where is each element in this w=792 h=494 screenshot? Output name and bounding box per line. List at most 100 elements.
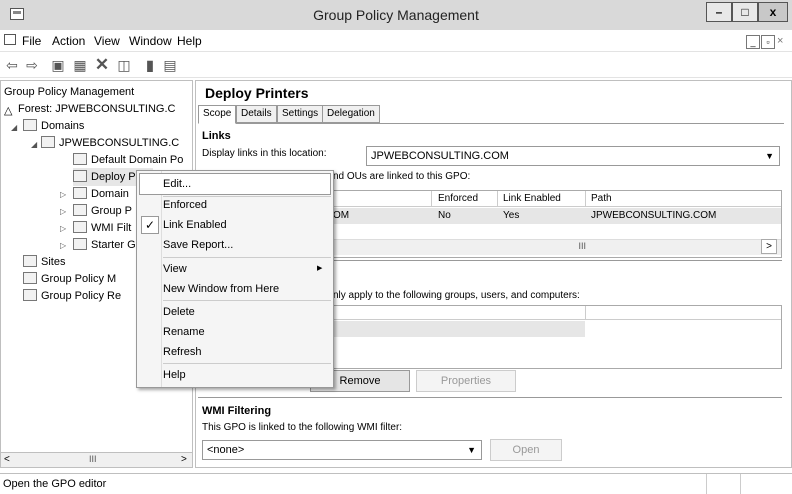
tree-gp-modeling[interactable]: Group Policy M [23,270,116,288]
properties-button[interactable]: Properties [416,370,516,392]
col-link-enabled[interactable]: Link Enabled [503,193,561,204]
menu-new-window[interactable]: New Window from Here [163,283,279,295]
menu-refresh[interactable]: Refresh [163,346,202,358]
tree-sites[interactable]: Sites [23,253,65,271]
mdi-close-button[interactable]: × [777,35,783,47]
row-location: OM [333,210,350,221]
status-bar: Open the GPO editor [0,473,792,494]
menu-help[interactable]: Help [163,369,186,381]
help-icon[interactable]: ▮ [140,55,160,75]
tree-default-domain-policy[interactable]: Default Domain Po [73,151,183,169]
tab-settings[interactable]: Settings [277,105,324,123]
check-icon: ✓ [141,216,159,234]
context-menu: Edit... Enforced ✓ Link Enabled Save Rep… [136,170,334,388]
menu-enforced[interactable]: Enforced [163,199,207,211]
back-icon[interactable]: ⇦ [2,55,22,75]
tree-horizontal-scrollbar[interactable]: < III > [0,452,193,468]
links-horizontal-scrollbar[interactable]: III > [331,239,781,255]
folder-icon [73,221,87,233]
tab-details[interactable]: Details [236,105,277,123]
submenu-arrow-icon: ▶ [317,265,323,272]
tree-group-policy-objects[interactable]: Group P [73,202,132,220]
tab-delegation[interactable]: Delegation [322,105,380,123]
domains-icon [23,119,37,131]
scroll-right-icon[interactable]: > [181,454,187,465]
security-list-header [331,306,781,320]
menu-window[interactable]: Window [129,34,172,48]
wmi-filtering-header: WMI Filtering [202,405,272,417]
links-header: Links [202,130,231,142]
mdi-restore-button[interactable]: ▫ [761,35,775,49]
chevron-down-icon[interactable]: ▼ [765,147,774,165]
security-filter-text: nly apply to the following groups, users… [333,290,580,301]
section-divider [198,397,782,398]
menu-view[interactable]: View [163,263,187,275]
mmc-icon[interactable] [4,34,16,45]
links-listview: Enforced Link Enabled Path OM No Yes JPW… [330,190,782,258]
scroll-thumb[interactable]: III [331,241,586,251]
tree-starter-gpos[interactable]: Starter G [73,236,136,254]
list-item[interactable] [331,321,585,337]
tree-domains[interactable]: Domains [23,117,84,135]
gpo-link-icon [73,153,87,165]
folder-icon [73,204,87,216]
tab-underline [198,123,784,124]
menu-link-enabled[interactable]: Link Enabled [163,219,227,231]
col-path[interactable]: Path [591,193,612,204]
expand-icon[interactable]: ▷ [60,207,66,216]
close-button[interactable]: x [758,2,788,22]
tree-forest[interactable]: △ Forest: JPWEBCONSULTING.C [4,100,175,118]
window-title: Group Policy Management [313,7,479,23]
collapse-icon[interactable]: ◢ [31,140,37,149]
expand-icon[interactable]: ▷ [60,241,66,250]
minimize-button[interactable]: – [706,2,732,22]
display-links-label: Display links in this location: [202,148,327,159]
expand-icon[interactable]: ▷ [60,224,66,233]
chevron-down-icon[interactable]: ▼ [467,441,476,459]
show-hide-tree-icon[interactable]: ▦ [70,55,90,75]
forest-icon: △ [4,105,13,117]
wmi-filter-combo[interactable]: <none> ▼ [202,440,482,460]
menu-rename[interactable]: Rename [163,326,205,338]
refresh-icon[interactable]: ◫ [114,55,134,75]
wmi-text: This GPO is linked to the following WMI … [202,422,403,433]
col-enforced[interactable]: Enforced [438,193,478,204]
row-enforced: No [438,210,451,221]
mdi-minimize-button[interactable]: _ [746,35,760,49]
location-combo[interactable]: JPWEBCONSULTING.COM ▼ [366,146,780,166]
tree-wmi-filters[interactable]: WMI Filt [73,219,131,237]
domain-icon [41,136,55,148]
open-button[interactable]: Open [490,439,562,461]
scroll-right-icon[interactable]: > [761,239,777,254]
scroll-left-icon[interactable]: < [4,454,10,465]
folder-icon [73,238,87,250]
tree-gp-results[interactable]: Group Policy Re [23,287,121,305]
menu-delete[interactable]: Delete [163,306,195,318]
gpo-link-icon [73,170,87,182]
scroll-thumb[interactable]: III [89,454,97,464]
properties-icon[interactable]: ▤ [160,55,180,75]
results-icon [23,289,37,301]
tree-root[interactable]: Group Policy Management [4,83,134,101]
collapse-icon[interactable]: ◢ [11,123,17,132]
wmi-filter-value: <none> [207,444,245,456]
tab-scope[interactable]: Scope [198,105,237,124]
tree-domain-controllers[interactable]: Domain [73,185,129,203]
tree-domain[interactable]: JPWEBCONSULTING.C [41,134,179,152]
expand-icon[interactable]: ▷ [60,190,66,199]
security-listview[interactable] [330,305,782,369]
menu-view[interactable]: View [94,34,120,48]
menu-file[interactable]: File [22,34,41,48]
menu-save-report[interactable]: Save Report... [163,239,233,251]
forward-icon[interactable]: ⇨ [22,55,42,75]
delete-icon[interactable]: ✕ [92,55,112,75]
maximize-button[interactable]: □ [732,2,758,22]
gpo-title: Deploy Printers [205,85,309,101]
linked-text: nd OUs are linked to this GPO: [333,171,471,182]
menu-help[interactable]: Help [177,34,202,48]
menu-action[interactable]: Action [52,34,85,48]
menu-edit[interactable]: Edit... [163,178,191,190]
row-path: JPWEBCONSULTING.COM [591,210,717,221]
up-icon[interactable]: ▣ [48,55,68,75]
sites-icon [23,255,37,267]
